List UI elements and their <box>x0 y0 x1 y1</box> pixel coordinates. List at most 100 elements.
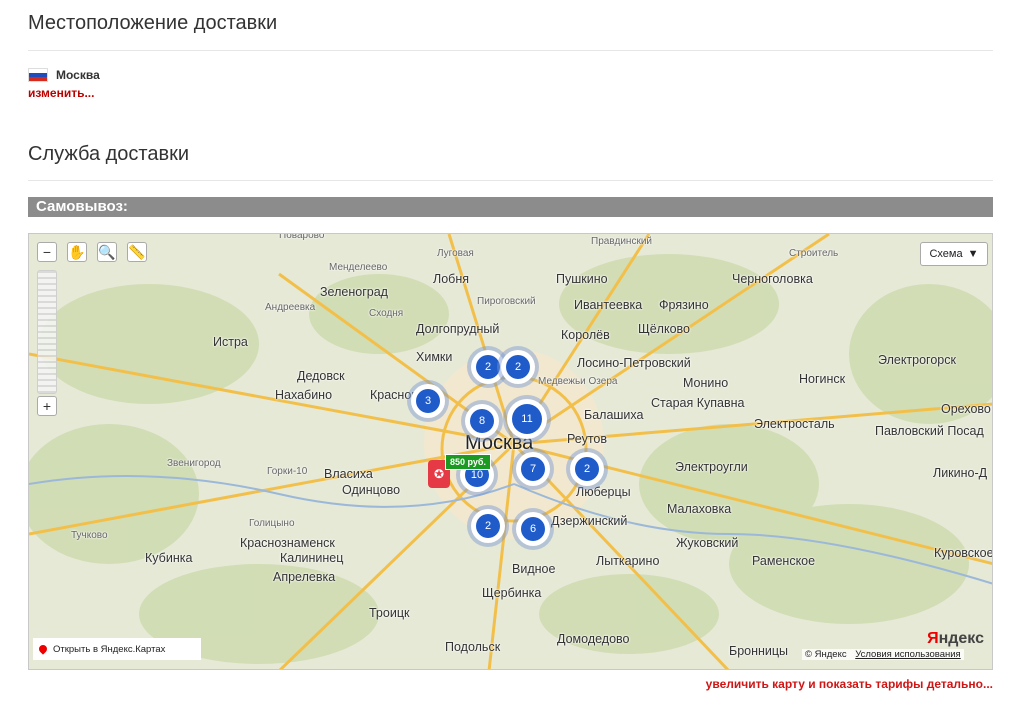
pickup-cluster-marker[interactable]: 3 <box>411 384 445 418</box>
yandex-logo: Яндекс <box>927 630 984 647</box>
map-place-label: Долгопрудный <box>416 322 500 336</box>
map-place-label: Луговая <box>437 248 474 259</box>
divider <box>28 180 993 181</box>
pickup-header: Самовывоз: <box>28 197 993 217</box>
pickup-cluster-marker[interactable]: 2 <box>471 509 505 543</box>
cluster-count: 2 <box>476 514 500 538</box>
map-place-label: Голицыно <box>249 518 295 529</box>
ruler-icon[interactable]: 📏 <box>127 242 147 262</box>
hand-drag-icon[interactable]: ✋ <box>67 242 87 262</box>
map-place-label: Менделеево <box>329 262 388 273</box>
map-type-dropdown[interactable]: Схема ▼ <box>920 242 988 266</box>
map-place-label: Апрелевка <box>273 570 336 584</box>
magnifier-icon[interactable]: 🔍 <box>97 242 117 262</box>
map-place-label: Ногинск <box>799 372 846 386</box>
map-place-label: Ивантеевка <box>574 298 643 312</box>
map-place-label: Электроугли <box>675 460 748 474</box>
map-place-label: Андреевка <box>265 302 316 313</box>
copyright-text: © Яндекс <box>805 649 847 660</box>
cluster-count: 3 <box>416 389 440 413</box>
city-label: Москва <box>56 68 100 82</box>
map-place-label: Черноголовка <box>732 272 813 286</box>
map-place-label: Щёлково <box>638 322 690 336</box>
map-place-label: Одинцово <box>342 483 401 497</box>
pickup-cluster-marker[interactable]: 2 <box>501 350 535 384</box>
map-place-label: Балашиха <box>584 408 644 422</box>
location-pin-icon <box>37 643 49 655</box>
map-place-label: Тучково <box>71 530 108 541</box>
map-place-label: Правдинский <box>591 236 653 247</box>
map-place-label: Лосино-Петровский <box>577 356 691 370</box>
map-place-label: Ликино-Д <box>933 466 988 480</box>
map-place-label: Щербинка <box>482 586 542 600</box>
zoom-slider[interactable] <box>37 270 57 394</box>
cluster-count: 8 <box>470 409 494 433</box>
zoom-out-button[interactable]: − <box>37 242 57 262</box>
delivery-location-title: Местоположение доставки <box>28 12 278 34</box>
location-row: Москва <box>28 68 100 82</box>
map-place-label: Дедовск <box>297 369 345 383</box>
map-copyright: © Яндекс Условия использования <box>802 649 964 660</box>
divider <box>28 50 993 51</box>
map-place-label: Поварово <box>279 233 325 241</box>
map-place-label: Кубинка <box>145 551 193 565</box>
zoom-in-button[interactable]: + <box>37 396 57 416</box>
pickup-cluster-marker[interactable]: 8 <box>465 404 499 438</box>
change-location-link[interactable]: изменить... <box>28 86 94 100</box>
map-place-label: Орехово <box>941 402 991 416</box>
map-place-label: Горки-10 <box>267 466 308 477</box>
open-in-yandex-label: Открыть в Яндекс.Картах <box>53 643 166 655</box>
pickup-cluster-marker[interactable]: 11 <box>507 399 547 439</box>
cluster-count: 6 <box>521 517 545 541</box>
pickup-cluster-marker[interactable]: 2 <box>471 350 505 384</box>
open-in-yandex-maps-button[interactable]: Открыть в Яндекс.Картах <box>33 638 201 660</box>
map-place-label: Куровское <box>934 546 993 560</box>
map-place-label: Истра <box>213 335 248 349</box>
cluster-count: 7 <box>521 457 545 481</box>
map-place-label: Видное <box>512 562 556 576</box>
map-place-label: Нахабино <box>275 388 333 402</box>
map-place-label: Пушкино <box>556 272 608 286</box>
map-place-label: Фрязино <box>659 298 709 312</box>
map-place-label: Павловский Посад <box>875 424 984 438</box>
price-tag[interactable]: 850 руб. <box>445 454 491 470</box>
enlarge-map-link[interactable]: увеличить карту и показать тарифы деталь… <box>706 677 993 691</box>
map-place-label: Лыткарино <box>596 554 660 568</box>
pickup-cluster-marker[interactable]: 2 <box>570 452 604 486</box>
map-type-label: Схема <box>929 248 963 260</box>
map-place-label: Электрогорск <box>878 353 956 367</box>
terms-of-use-link[interactable]: Условия использования <box>855 649 960 660</box>
cluster-count: 2 <box>476 355 500 379</box>
map-place-label: Домодедово <box>557 632 630 646</box>
map-place-label: Дзержинский <box>551 514 628 528</box>
map-place-label: Троицк <box>369 606 410 620</box>
map-place-label: Люберцы <box>576 485 631 499</box>
pickup-cluster-marker[interactable]: 6 <box>516 512 550 546</box>
cluster-count: 2 <box>506 355 530 379</box>
map-place-label: Строитель <box>789 248 839 259</box>
cluster-count: 11 <box>512 404 542 434</box>
delivery-service-title: Служба доставки <box>28 143 190 165</box>
map-place-label: Малаховка <box>667 502 732 516</box>
map-place-label: Королёв <box>561 328 610 342</box>
map-place-label: Электросталь <box>754 417 835 431</box>
map-place-label: Подольск <box>445 640 501 654</box>
chevron-down-icon: ▼ <box>967 248 979 260</box>
cluster-count: 2 <box>575 457 599 481</box>
map-place-label: Власиха <box>324 467 373 481</box>
map-place-label: Сходня <box>369 308 404 319</box>
map-place-label: Краснознаменск <box>240 536 335 550</box>
pickup-cluster-marker[interactable]: 7 <box>516 452 550 486</box>
map-place-label: Калининец <box>280 551 344 565</box>
map-place-label: Лобня <box>433 272 469 286</box>
russia-flag-icon <box>28 68 48 82</box>
map-place-label: Химки <box>416 350 453 364</box>
map-place-label: Звенигород <box>167 458 221 469</box>
map-place-label: Раменское <box>752 554 816 568</box>
pickup-map[interactable]: Поварово Луговая Правдинский Менделеево … <box>28 233 993 670</box>
map-place-label: Пироговский <box>477 296 536 307</box>
map-place-label: Бронницы <box>729 644 789 658</box>
map-place-label: Зеленоград <box>320 285 388 299</box>
map-place-label: Старая Купавна <box>651 396 745 410</box>
map-place-label: Жуковский <box>676 536 739 550</box>
